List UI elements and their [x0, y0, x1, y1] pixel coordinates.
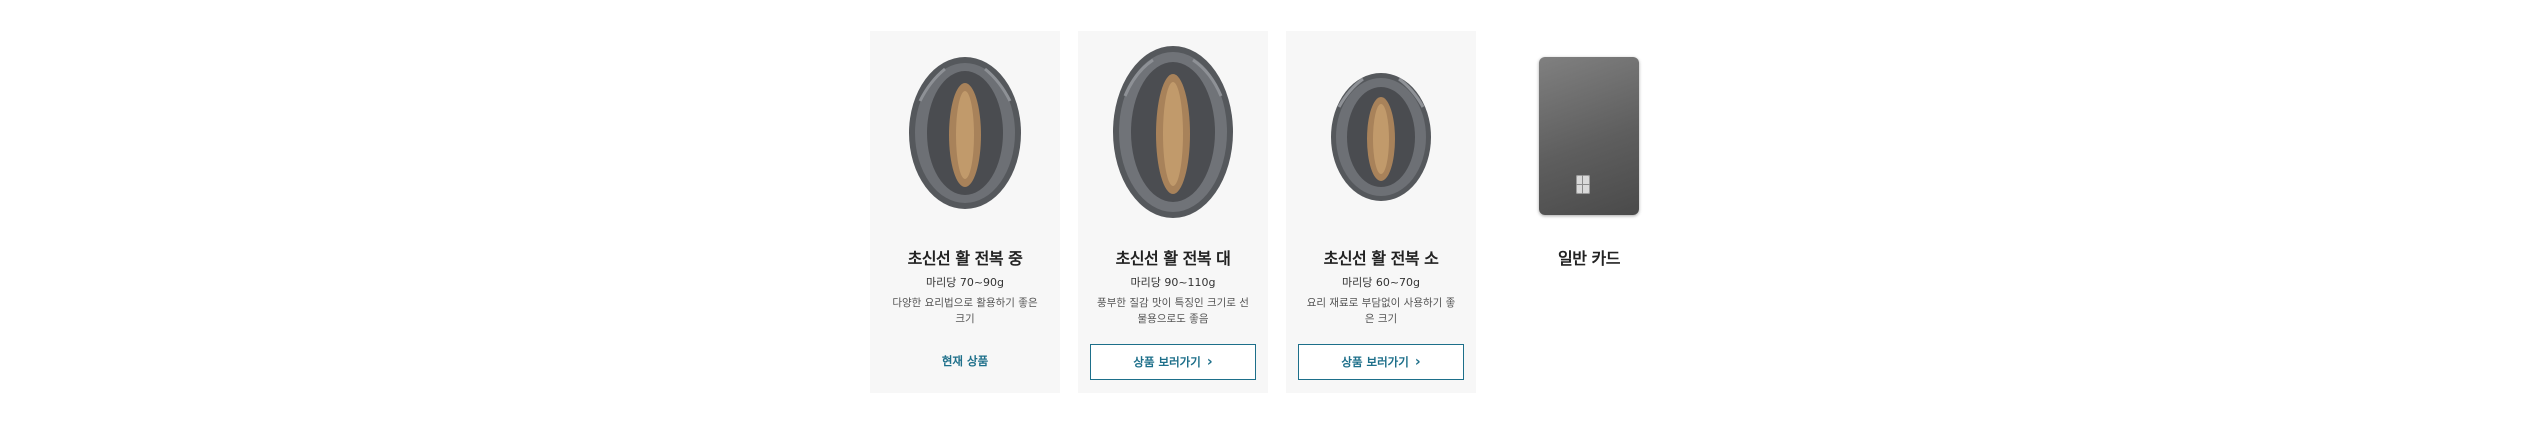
product-name: 초신선 활 전복 중: [907, 249, 1023, 268]
payment-card-option[interactable]: 일반 카드: [1494, 31, 1684, 393]
product-image: [870, 31, 1060, 231]
card-image: [1494, 31, 1684, 231]
product-name: 초신선 활 전복 소: [1323, 249, 1439, 268]
chip-icon: [1576, 175, 1590, 194]
product-card-large: 초신선 활 전복 대 마리당 90~110g 풍부한 질감 맛이 특징인 크기로…: [1078, 31, 1268, 393]
product-row: 초신선 활 전복 중 마리당 70~90g 다양한 요리법으로 활용하기 좋은 …: [870, 31, 1684, 393]
abalone-large-image: [1113, 46, 1233, 218]
payment-card-name: 일반 카드: [1558, 249, 1620, 268]
view-product-button[interactable]: 상품 보러가기 ›: [1090, 344, 1256, 380]
abalone-small-image: [1331, 73, 1431, 201]
product-description: 요리 재료로 부담없이 사용하기 좋은 크기: [1306, 297, 1456, 325]
view-product-label: 상품 보러가기: [1341, 355, 1409, 369]
product-weight: 마리당 60~70g: [1341, 276, 1421, 289]
chevron-right-icon: ›: [1414, 354, 1421, 370]
product-image: [1078, 31, 1268, 231]
product-card-small: 초신선 활 전복 소 마리당 60~70g 요리 재료로 부담없이 사용하기 좋…: [1286, 31, 1476, 393]
product-name: 초신선 활 전복 대: [1115, 249, 1231, 268]
product-description: 다양한 요리법으로 활용하기 좋은 크기: [892, 297, 1038, 325]
chevron-right-icon: ›: [1206, 354, 1213, 370]
product-image: [1286, 31, 1476, 231]
view-product-button[interactable]: 상품 보러가기 ›: [1298, 344, 1464, 380]
product-weight: 마리당 90~110g: [1130, 276, 1216, 289]
product-weight: 마리당 70~90g: [925, 276, 1005, 289]
current-product-label: 현재 상품: [941, 354, 989, 368]
view-product-label: 상품 보러가기: [1133, 355, 1201, 369]
card-icon: [1539, 57, 1639, 215]
abalone-medium-image: [909, 57, 1021, 209]
product-card-medium: 초신선 활 전복 중 마리당 70~90g 다양한 요리법으로 활용하기 좋은 …: [870, 31, 1060, 393]
product-description: 풍부한 질감 맛이 특징인 크기로 선물용으로도 좋음: [1097, 297, 1249, 325]
